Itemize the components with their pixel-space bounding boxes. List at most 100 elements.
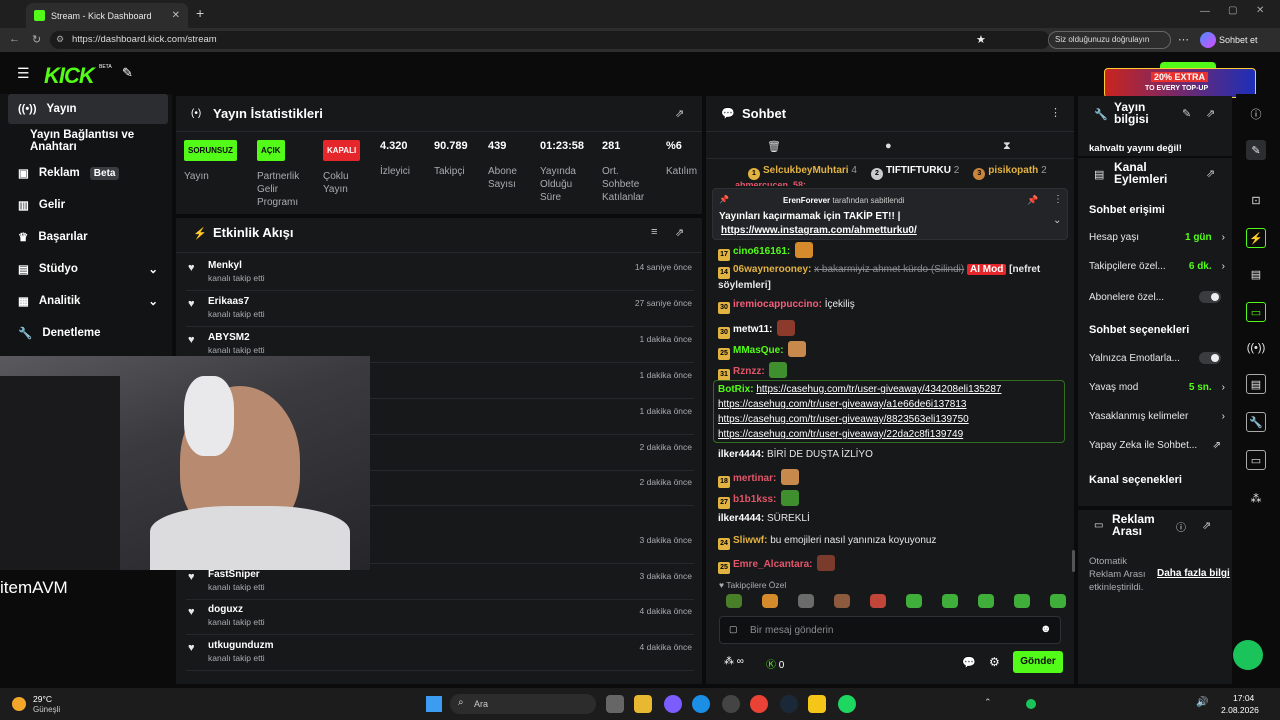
emote-button[interactable]: [834, 594, 850, 608]
emote-button[interactable]: [942, 594, 958, 608]
tray-status-icon[interactable]: [1026, 699, 1036, 709]
banned-words-row[interactable]: Yasaklanmış kelimeler ›: [1089, 411, 1225, 422]
windows-start-icon[interactable]: [426, 696, 442, 712]
channel-points-icon[interactable]: ⁂ ∞: [724, 656, 744, 667]
url-input[interactable]: ⚙ https://dashboard.kick.com/stream: [50, 31, 1050, 49]
sidebar-item-denetleme[interactable]: 🔧 Denetleme: [8, 318, 168, 348]
emote-button[interactable]: [798, 594, 814, 608]
followers-only-row[interactable]: Takipçilere özel... 6 dk. ›: [1089, 261, 1225, 272]
bolt-icon[interactable]: ⚡: [1246, 228, 1266, 248]
chat-username[interactable]: cino616161:: [733, 246, 790, 257]
sidebar-item-stream-key[interactable]: Yayın Bağlantısı ve Anahtarı: [8, 126, 168, 156]
chat-username[interactable]: Emre_Alcantara:: [733, 559, 812, 570]
info-icon[interactable]: ⓘ: [1176, 519, 1186, 534]
emote-button[interactable]: [870, 594, 886, 608]
chat-username[interactable]: mertinar:: [733, 473, 776, 484]
info-icon[interactable]: ⓘ: [1246, 104, 1266, 124]
popout-icon[interactable]: ⇗: [1206, 107, 1215, 120]
clock-time[interactable]: 17:04: [1233, 693, 1254, 703]
close-window-icon[interactable]: ✕: [1256, 5, 1264, 16]
ai-chat-row[interactable]: Yapay Zeka ile Sohbet... ⇗: [1089, 440, 1225, 451]
subscribers-only-row[interactable]: Abonelere özel...: [1089, 291, 1225, 303]
edge-icon[interactable]: [692, 695, 710, 713]
popout-icon[interactable]: ⇗: [1202, 519, 1211, 532]
slow-mode-row[interactable]: Yavaş mod 5 sn. ›: [1089, 382, 1225, 393]
follower-name[interactable]: Erikaas7: [208, 296, 249, 307]
account-age-row[interactable]: Hesap yaşı 1 gün ›: [1089, 232, 1225, 243]
menu-dots-icon[interactable]: ⋯: [1178, 33, 1189, 46]
chat-scrollbar[interactable]: [1072, 550, 1075, 572]
chat-input[interactable]: ▢ Bir mesaj gönderin ☻: [719, 616, 1061, 644]
chat-link[interactable]: https://casehug.com/tr/user-giveaway/a1e…: [718, 399, 967, 410]
trash-icon[interactable]: 🗑: [767, 140, 781, 153]
subscribers-only-toggle[interactable]: [1199, 291, 1221, 303]
more-info-link[interactable]: Daha fazla bilgi: [1157, 568, 1230, 579]
follower-name[interactable]: Menkyl: [208, 260, 242, 271]
popout-icon[interactable]: ⇗: [675, 226, 684, 239]
follower-name[interactable]: utkugunduzm: [208, 640, 274, 651]
points-icon[interactable]: ⁂: [1246, 488, 1266, 508]
emote-button[interactable]: [1050, 594, 1066, 608]
emote-only-row[interactable]: Yalnızca Emotlarla...: [1089, 352, 1225, 364]
actions-icon[interactable]: ▤: [1246, 374, 1266, 394]
chat-link[interactable]: https://casehug.com/tr/user-giveaway/434…: [756, 384, 1001, 395]
popout-icon[interactable]: ⇗: [1206, 167, 1215, 180]
task-view-icon[interactable]: [606, 695, 624, 713]
chat-username[interactable]: ilker4444:: [718, 513, 764, 524]
chat-username[interactable]: b1b1kss:: [733, 494, 776, 505]
emote-button[interactable]: [726, 594, 742, 608]
emoji-icon[interactable]: ☻: [1040, 623, 1052, 635]
chat-link[interactable]: https://casehug.com/tr/user-giveaway/882…: [718, 414, 969, 425]
hourglass-icon[interactable]: ⧗: [1003, 140, 1011, 153]
edit-icon[interactable]: ✎: [1182, 107, 1191, 120]
close-tab-icon[interactable]: ✕: [172, 10, 180, 21]
back-icon[interactable]: ←: [9, 33, 20, 45]
top-gifter-1[interactable]: 1 SelcukbeyMuhtari 4: [748, 165, 857, 180]
emote-button[interactable]: [762, 594, 778, 608]
file-explorer-icon[interactable]: [634, 695, 652, 713]
pinned-menu-icon[interactable]: ⋮: [1053, 194, 1063, 205]
clock-date[interactable]: 2.08.2026: [1221, 705, 1259, 715]
chat-username[interactable]: MMasQue:: [733, 345, 784, 356]
capture-icon[interactable]: ⊡: [1246, 190, 1266, 210]
reload-icon[interactable]: ↻: [32, 33, 41, 46]
filter-icon[interactable]: ≡: [651, 226, 657, 238]
sidebar-item-studyo[interactable]: ▤ Stüdyo ⌄: [8, 254, 168, 284]
obs-icon[interactable]: [722, 695, 740, 713]
chat-username[interactable]: ilker4444:: [718, 449, 764, 460]
chat-menu-icon[interactable]: ⋮: [1050, 106, 1061, 119]
chat-username[interactable]: Rznzz:: [733, 366, 765, 377]
weather-temp[interactable]: 29°C: [33, 694, 52, 704]
follower-name[interactable]: ABYSM2: [208, 332, 250, 343]
channel-options-heading[interactable]: Kanal seçenekleri: [1089, 474, 1182, 486]
sohbet-et-button[interactable]: Sohbet et: [1219, 35, 1258, 45]
unpin-icon[interactable]: 📌: [1027, 195, 1038, 206]
follower-name[interactable]: doguxz: [208, 604, 243, 615]
emote-only-toggle[interactable]: [1199, 352, 1221, 364]
chat-username[interactable]: iremiocappuccino:: [733, 299, 822, 310]
kick-logo[interactable]: KICK: [44, 63, 95, 89]
chat-username[interactable]: metw11:: [733, 324, 772, 335]
discord-icon[interactable]: [664, 695, 682, 713]
ad-icon[interactable]: ▭: [1246, 450, 1266, 470]
steam-icon[interactable]: [780, 695, 798, 713]
chat-bubble-icon[interactable]: 💬: [962, 656, 976, 669]
chat-username[interactable]: 06wayneroonеy:: [733, 264, 811, 275]
hamburger-menu-icon[interactable]: ☰: [17, 65, 30, 82]
broadcast-icon[interactable]: ((•)): [1246, 338, 1266, 358]
promo-ad-banner[interactable]: 20% EXTRA TO EVERY TOP-UP: [1104, 68, 1256, 98]
verify-button[interactable]: Siz olduğunuzu doğrulayın: [1048, 31, 1171, 49]
popout-icon[interactable]: ⇗: [675, 107, 684, 120]
copilot-icon[interactable]: [1200, 32, 1216, 48]
sidebar-item-analitik[interactable]: ▦ Analitik ⌄: [8, 286, 168, 316]
sidebar-item-basarilar[interactable]: ♛ Başarılar: [8, 222, 168, 252]
bookmark-star-icon[interactable]: ★: [976, 33, 986, 46]
chat-username[interactable]: BotRix:: [718, 384, 754, 395]
tools-icon[interactable]: ✎: [122, 65, 133, 81]
edit-icon[interactable]: ✎: [1246, 140, 1266, 160]
chat-rail-icon[interactable]: ▭: [1246, 302, 1266, 322]
chrome-icon[interactable]: [750, 695, 768, 713]
app-icon[interactable]: [808, 695, 826, 713]
send-button[interactable]: Gönder: [1013, 651, 1063, 673]
wrench-icon[interactable]: 🔧: [1246, 412, 1266, 432]
